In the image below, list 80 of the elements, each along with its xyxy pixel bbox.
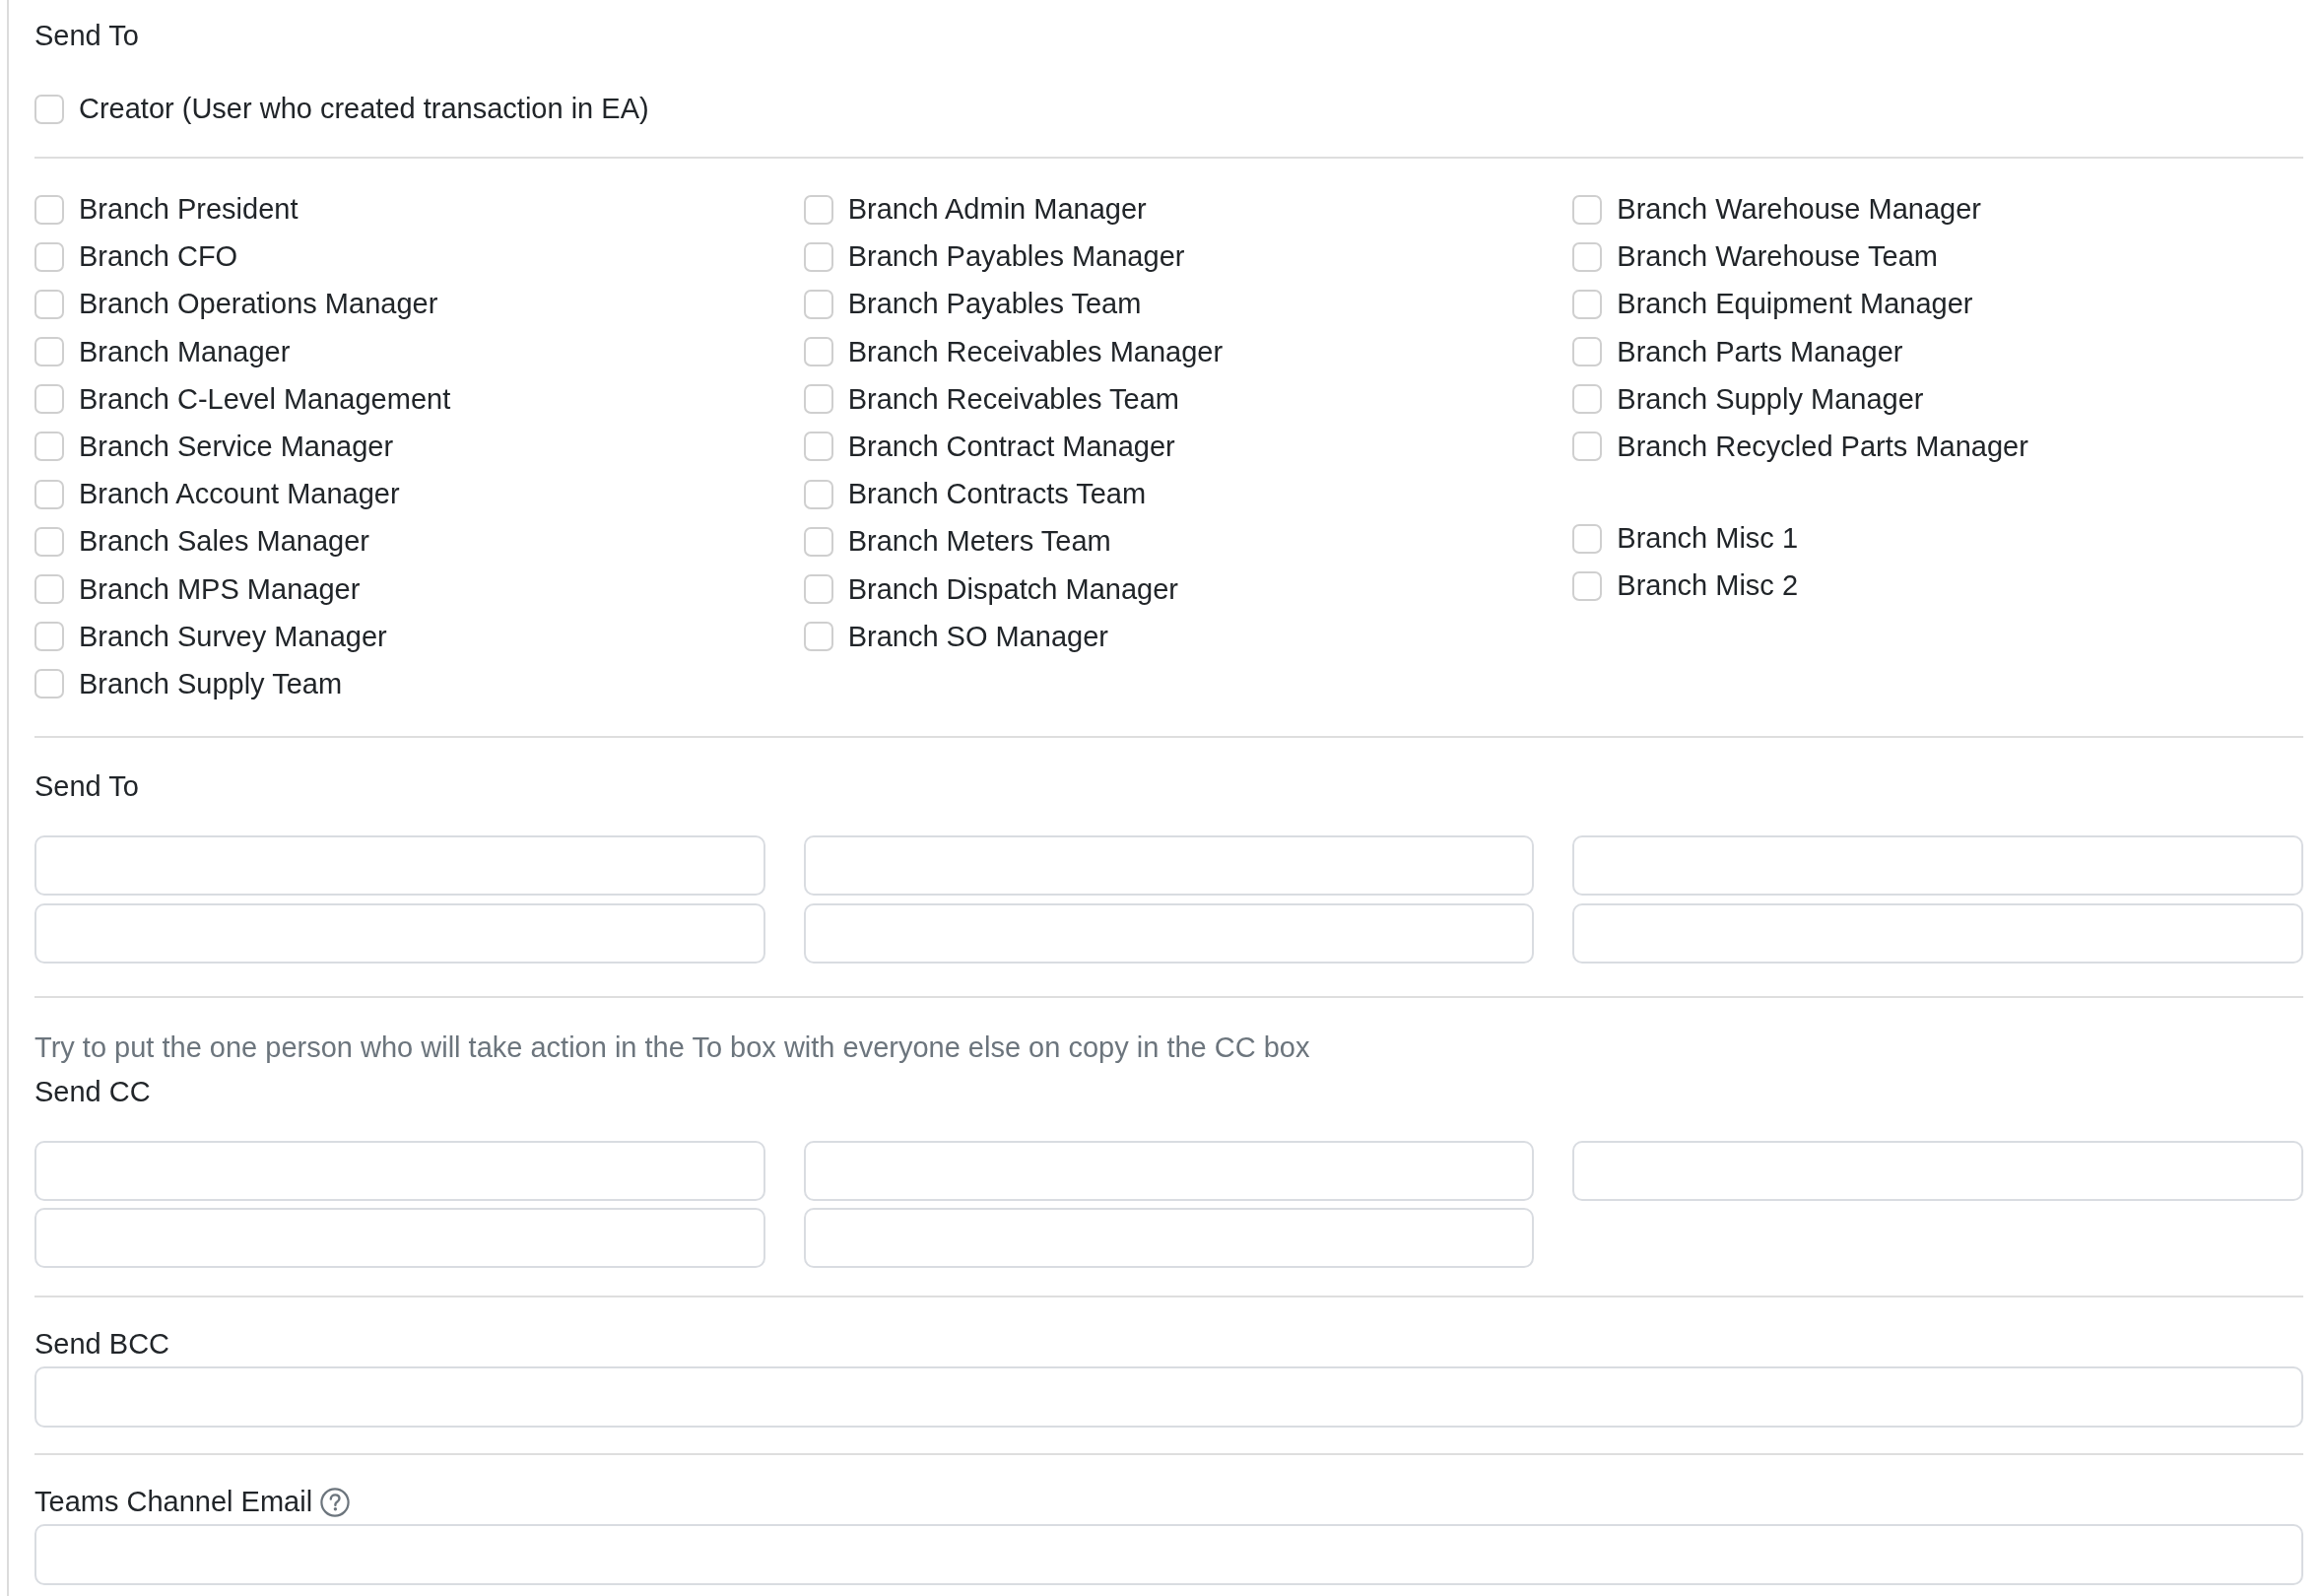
checkbox[interactable] — [803, 241, 833, 272]
checkbox-label[interactable]: Branch Admin Manager — [847, 187, 1147, 232]
checkbox[interactable] — [34, 479, 64, 509]
section-label: Send To — [34, 19, 139, 53]
input-field[interactable] — [803, 1208, 1535, 1269]
checkbox-label[interactable]: Branch CFO — [79, 234, 238, 280]
checkbox[interactable] — [803, 194, 833, 225]
section-label: Send BCC — [34, 1326, 169, 1362]
checkbox[interactable] — [803, 384, 833, 415]
checkbox-label[interactable]: Branch Supply Manager — [1617, 376, 1924, 422]
checkbox-label[interactable]: Branch Payables Manager — [847, 234, 1185, 280]
checkbox-label[interactable]: Branch Contract Manager — [847, 424, 1175, 469]
checkbox[interactable] — [34, 622, 64, 652]
checkbox[interactable] — [1572, 432, 1603, 462]
checkbox-label[interactable]: Branch Sales Manager — [79, 519, 369, 565]
checkbox-label[interactable]: Branch C-Level Management — [79, 376, 451, 422]
checkbox-label[interactable]: Branch President — [79, 187, 299, 232]
checkbox[interactable] — [803, 574, 833, 604]
checkbox-label[interactable]: Branch Account Manager — [79, 472, 400, 517]
checkbox[interactable] — [34, 289, 64, 319]
input-field[interactable] — [34, 1365, 2303, 1428]
input-field[interactable] — [803, 903, 1535, 964]
checkbox-label[interactable]: Branch Dispatch Manager — [847, 566, 1178, 612]
checkbox-label[interactable]: Branch MPS Manager — [79, 566, 361, 612]
checkbox[interactable] — [34, 194, 64, 225]
help-icon[interactable] — [320, 1487, 351, 1517]
checkbox[interactable] — [1572, 194, 1603, 225]
checkbox[interactable] — [34, 669, 64, 699]
input-field[interactable] — [803, 835, 1535, 897]
input-field[interactable] — [1572, 903, 2303, 964]
checkbox[interactable] — [34, 432, 64, 462]
checkbox-label[interactable]: Branch Supply Team — [79, 661, 343, 706]
checkbox[interactable] — [803, 622, 833, 652]
section-label: Teams Channel Email — [34, 1485, 313, 1520]
checkbox[interactable] — [1572, 241, 1603, 272]
checkbox-label[interactable]: Branch Equipment Manager — [1617, 282, 1973, 327]
section-label: Send CC — [34, 1074, 151, 1109]
hint-text: Try to put the one person who will take action in the To box with everyone else on copy in the CC box — [34, 1030, 1310, 1065]
input-field[interactable] — [1572, 1140, 2303, 1201]
checkbox-label[interactable]: Branch Receivables Manager — [847, 329, 1224, 374]
checkbox[interactable] — [34, 241, 64, 272]
input-field[interactable] — [34, 1208, 765, 1269]
checkbox-label[interactable]: Creator (User who created transaction in EA) — [79, 87, 649, 131]
input-field[interactable] — [34, 1140, 765, 1201]
input-field[interactable] — [34, 903, 765, 964]
checkbox[interactable] — [803, 289, 833, 319]
checkbox-label[interactable]: Branch Operations Manager — [79, 282, 438, 327]
checkbox-label[interactable]: Branch Manager — [79, 329, 291, 374]
section-label: Send To — [34, 769, 139, 805]
checkbox-label[interactable]: Branch Misc 2 — [1617, 564, 1799, 609]
checkbox[interactable] — [34, 574, 64, 604]
checkbox-label[interactable]: Branch Receivables Team — [847, 376, 1180, 422]
checkbox-label[interactable]: Branch Survey Manager — [79, 614, 387, 659]
checkbox[interactable] — [803, 432, 833, 462]
checkbox-label[interactable]: Branch Recycled Parts Manager — [1617, 424, 2028, 469]
checkbox-label[interactable]: Branch Misc 1 — [1617, 516, 1799, 562]
input-field[interactable] — [803, 1140, 1535, 1201]
checkbox-label[interactable]: Branch Warehouse Team — [1617, 234, 1938, 280]
input-field[interactable] — [34, 835, 765, 897]
checkbox[interactable] — [34, 384, 64, 415]
checkbox-label[interactable]: Branch Payables Team — [847, 282, 1142, 327]
checkbox[interactable] — [34, 526, 64, 557]
checkbox-label[interactable]: Branch Meters Team — [847, 519, 1111, 565]
input-field[interactable] — [34, 1524, 2303, 1586]
checkbox[interactable] — [34, 337, 64, 367]
checkbox[interactable] — [803, 337, 833, 367]
checkbox[interactable] — [1572, 289, 1603, 319]
checkbox[interactable] — [34, 94, 64, 124]
checkbox-label[interactable]: Branch Contracts Team — [847, 472, 1147, 517]
checkbox-label[interactable]: Branch Parts Manager — [1617, 329, 1903, 374]
checkbox-label[interactable]: Branch Service Manager — [79, 424, 394, 469]
checkbox[interactable] — [1572, 523, 1603, 554]
checkbox[interactable] — [1572, 570, 1603, 601]
checkbox-label[interactable]: Branch SO Manager — [847, 614, 1108, 659]
checkbox[interactable] — [803, 526, 833, 557]
checkbox-label[interactable]: Branch Warehouse Manager — [1617, 187, 1981, 232]
checkbox[interactable] — [803, 479, 833, 509]
input-field[interactable] — [1572, 835, 2303, 897]
checkbox[interactable] — [1572, 384, 1603, 415]
checkbox[interactable] — [1572, 337, 1603, 367]
